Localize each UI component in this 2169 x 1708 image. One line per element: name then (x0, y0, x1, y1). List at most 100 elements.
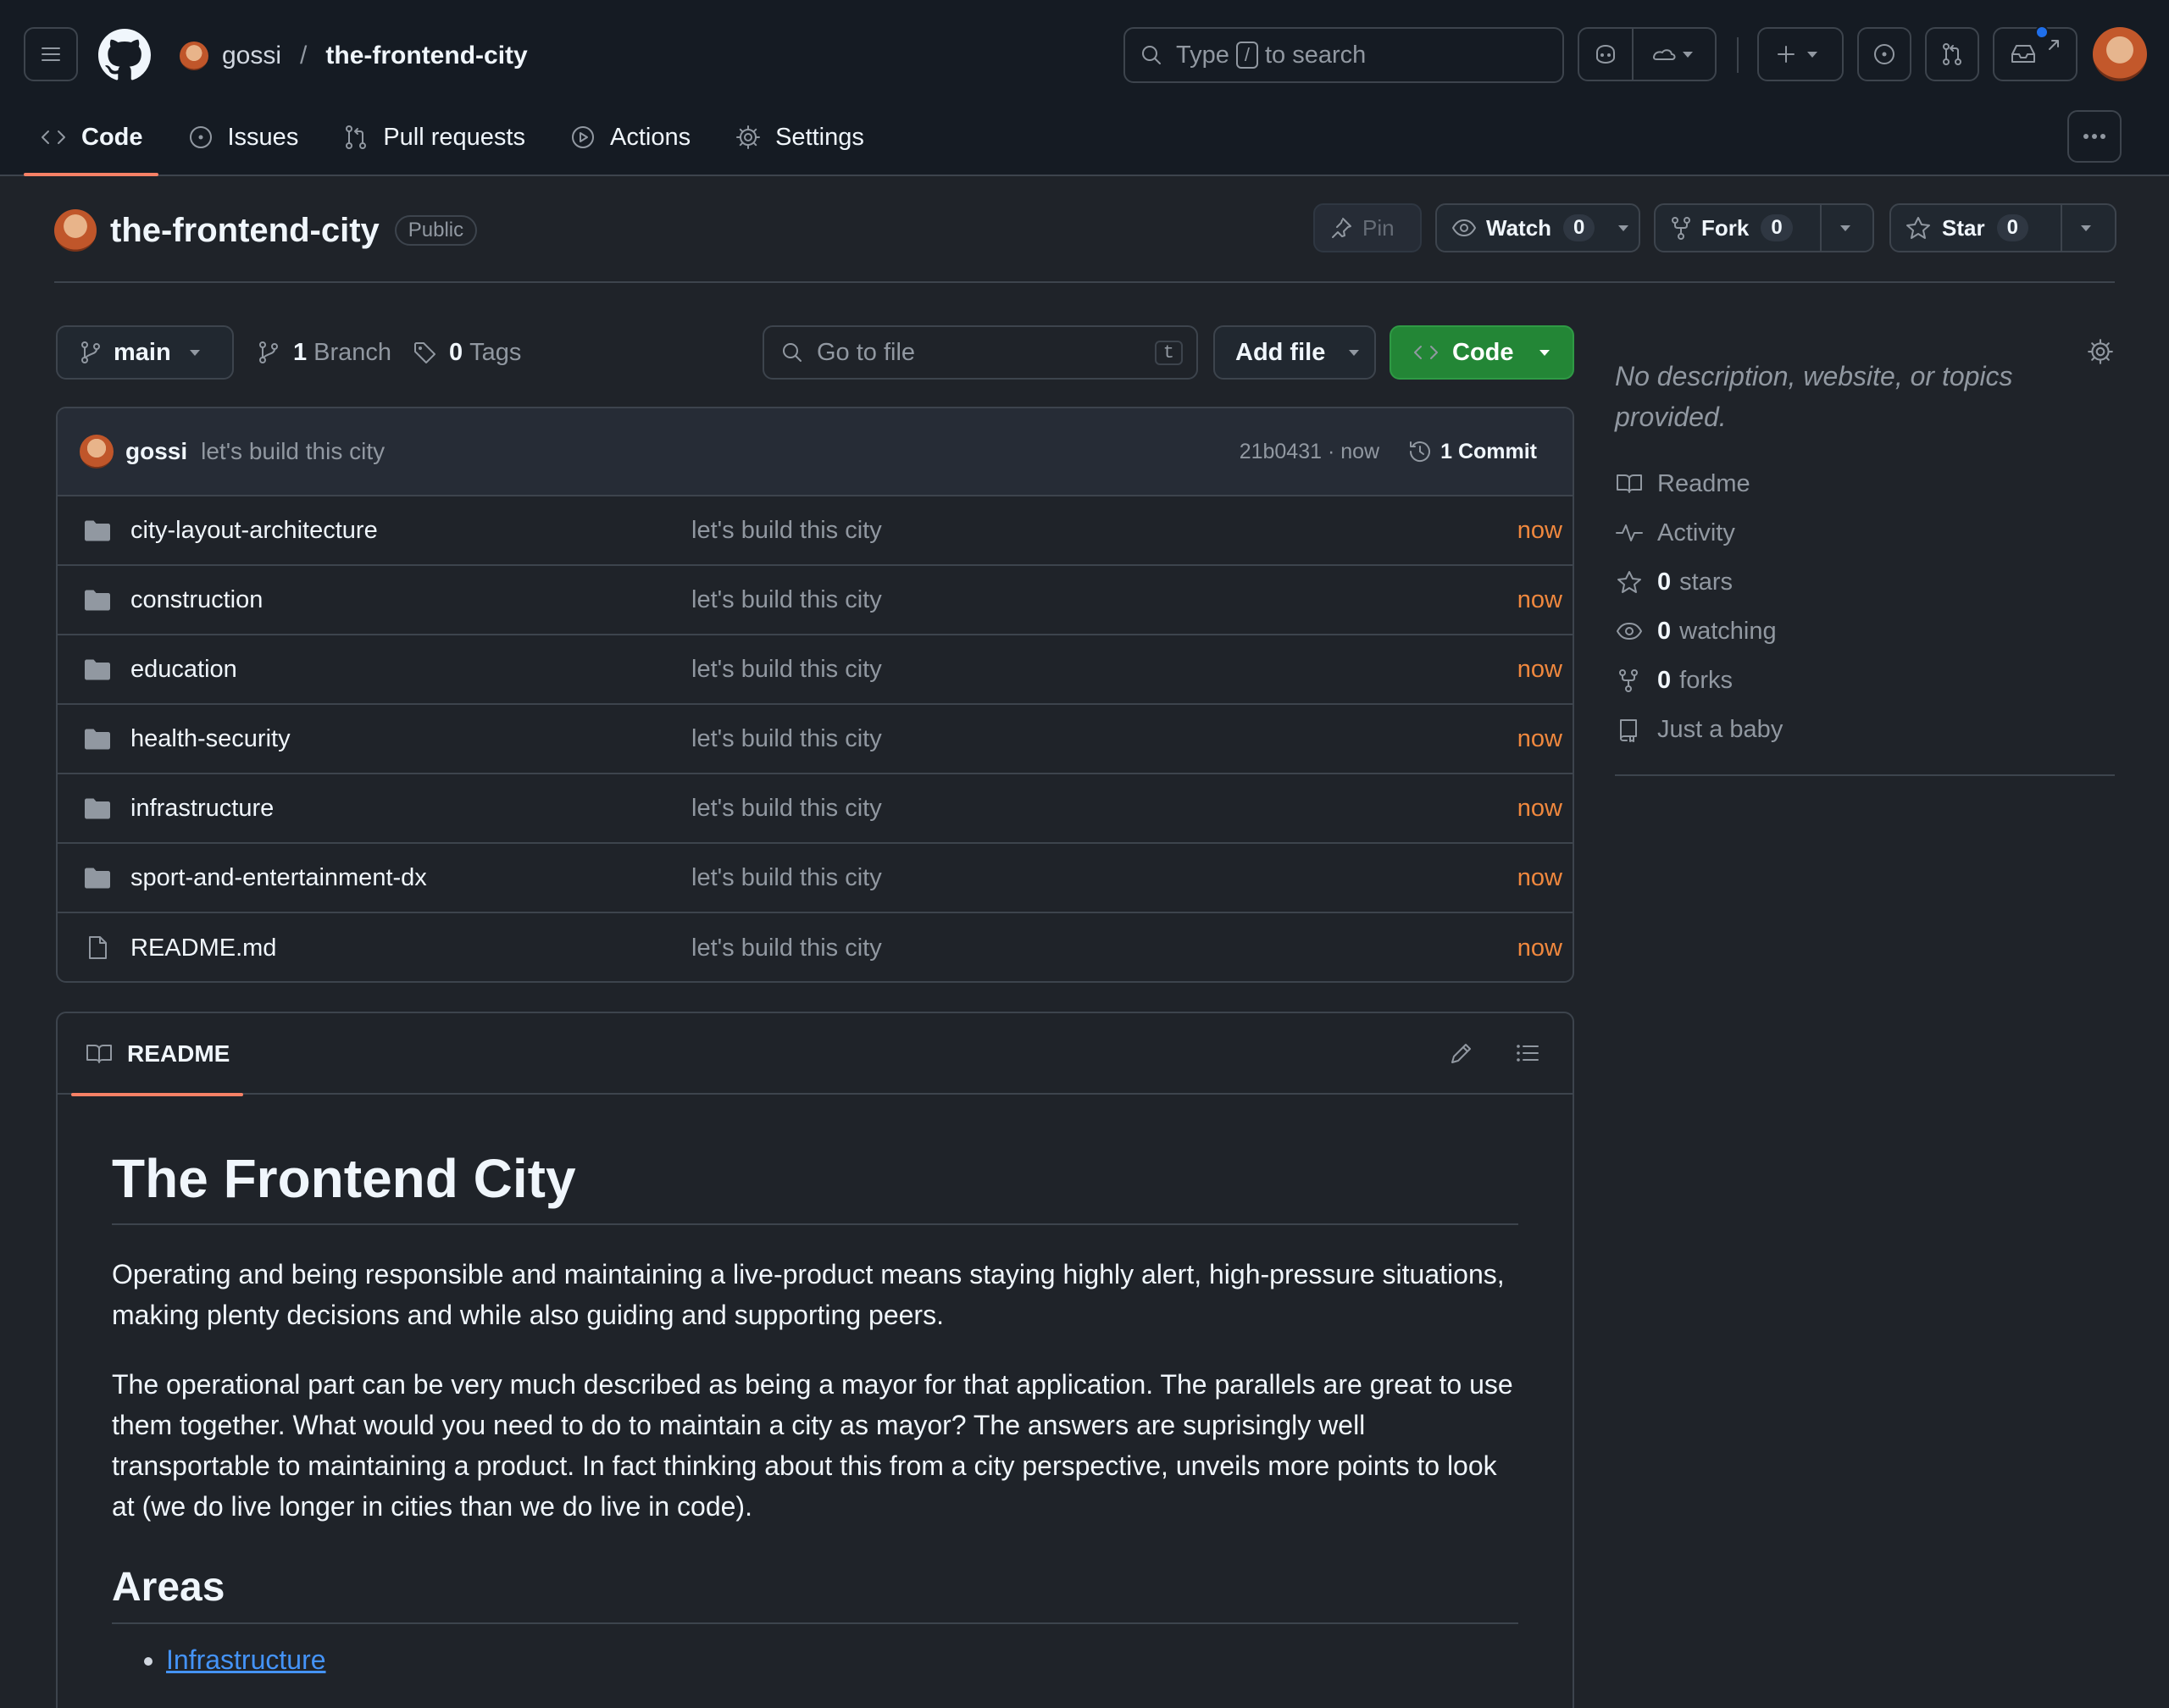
edit-readme-button[interactable] (1447, 1039, 1476, 1068)
owner-avatar (180, 42, 208, 70)
tags-link[interactable]: 0 Tags (412, 325, 521, 380)
about-custom-property[interactable]: Just a baby (1615, 705, 2115, 754)
star-dropdown[interactable] (2061, 205, 2110, 251)
tab-pull-requests[interactable]: Pull requests (327, 110, 541, 164)
issue-opened-icon (189, 126, 212, 148)
file-table: gossi let's build this city 21b0431 · no… (56, 407, 1574, 983)
breadcrumb-owner[interactable]: gossi (222, 42, 281, 70)
branch-selector[interactable]: main (56, 325, 234, 380)
file-name[interactable]: infrastructure (130, 795, 274, 823)
go-to-file-input[interactable]: Go to file t (763, 325, 1198, 380)
table-row[interactable]: infrastructure let's build this city now (58, 774, 1573, 844)
copilot-icon (1596, 45, 1615, 64)
tab-actions[interactable]: Actions (554, 110, 706, 164)
inbox-icon (2011, 40, 2059, 63)
menu-button[interactable] (24, 27, 78, 81)
repo-title: the-frontend-city Public (54, 207, 478, 254)
latest-commit-row: gossi let's build this city 21b0431 · no… (58, 408, 1573, 496)
folder-icon-wrap (83, 657, 112, 682)
about-readme-link[interactable]: Readme (1615, 459, 2115, 508)
breadcrumb-separator: / (300, 42, 308, 69)
table-row[interactable]: sport-and-entertainment-dx let's build th… (58, 844, 1573, 913)
file-commit-message[interactable]: let's build this city (691, 725, 882, 753)
file-commit-message[interactable]: let's build this city (691, 586, 882, 614)
search-input[interactable]: Type / to search (1123, 27, 1564, 83)
file-commit-message[interactable]: let's build this city (691, 795, 882, 823)
area-link-infrastructure[interactable]: Infrastructure (166, 1644, 326, 1675)
watch-dropdown[interactable] (1608, 205, 1639, 251)
copilot-button[interactable] (1578, 27, 1634, 81)
fork-button[interactable]: Fork 0 (1654, 203, 1874, 252)
git-pull-request-icon (1943, 43, 1961, 65)
readme-tab[interactable]: README (71, 1013, 244, 1096)
table-row[interactable]: README.md let's build this city now (58, 913, 1573, 981)
folder-icon-wrap (83, 587, 112, 613)
watch-count: 0 (1563, 214, 1595, 241)
star-button[interactable]: Star 0 (1889, 203, 2116, 252)
folder-icon-wrap (83, 518, 112, 543)
code-icon (1414, 346, 1438, 359)
file-name[interactable]: README.md (130, 934, 276, 962)
commit-message[interactable]: let's build this city (201, 438, 385, 465)
file-commit-message[interactable]: let's build this city (691, 517, 882, 545)
table-row[interactable]: city-layout-architecture let's build this… (58, 496, 1573, 566)
about-activity-link[interactable]: Activity (1615, 508, 2115, 557)
about-watching-link[interactable]: 0 watching (1615, 607, 2115, 656)
branch-label: Branch (313, 338, 392, 366)
watch-button[interactable]: Watch 0 (1435, 203, 1640, 252)
add-file-label: Add file (1235, 338, 1326, 366)
commit-hash-time[interactable]: 21b0431 · now (1240, 440, 1379, 464)
about-divider (1615, 774, 2115, 776)
commit-author[interactable]: gossi (125, 438, 187, 465)
folder-icon-wrap (83, 865, 112, 890)
triangle-down-icon (1618, 225, 1629, 231)
tab-settings[interactable]: Settings (719, 110, 879, 164)
file-icon-wrap (83, 935, 112, 961)
fork-label: Fork (1701, 214, 1750, 241)
table-row[interactable]: construction let's build this city now (58, 566, 1573, 635)
copilot-dropdown-button[interactable] (1632, 27, 1717, 81)
file-directory-icon (85, 798, 110, 819)
go-to-file-placeholder: Go to file (817, 338, 916, 366)
tab-code[interactable]: Code (24, 110, 158, 176)
file-name[interactable]: health-security (130, 725, 291, 753)
about-forks-link[interactable]: 0 forks (1615, 656, 2115, 705)
file-name[interactable]: construction (130, 586, 263, 614)
pulse-icon (1616, 524, 1643, 541)
branches-link[interactable]: 1 Branch (256, 325, 391, 380)
about-activity-label: Activity (1657, 518, 1735, 546)
more-tabs-button[interactable] (2067, 110, 2122, 163)
add-file-button[interactable]: Add file (1213, 325, 1376, 380)
table-row[interactable]: education let's build this city now (58, 635, 1573, 705)
create-new-button[interactable] (1757, 27, 1844, 81)
commit-count[interactable]: 1 Commit (1440, 440, 1537, 464)
github-logo[interactable] (98, 29, 151, 81)
file-name[interactable]: sport-and-entertainment-dx (130, 864, 427, 892)
tab-actions-label: Actions (609, 123, 691, 151)
file-commit-message[interactable]: let's build this city (691, 934, 882, 962)
breadcrumb: gossi / the-frontend-city (180, 34, 528, 78)
table-row[interactable]: health-security let's build this city now (58, 705, 1573, 774)
repo-owner-avatar[interactable] (54, 209, 97, 252)
file-name[interactable]: city-layout-architecture (130, 517, 378, 545)
commit-meta: 21b0431 · now 1 Commit (1240, 438, 1537, 465)
user-avatar[interactable] (2093, 27, 2147, 81)
file-commit-message[interactable]: let's build this city (691, 656, 882, 684)
pull-requests-button[interactable] (1925, 27, 1979, 81)
about-stars-link[interactable]: 0 stars (1615, 557, 2115, 607)
file-commit-message[interactable]: let's build this city (691, 864, 882, 892)
file-name[interactable]: education (130, 656, 237, 684)
breadcrumb-repo[interactable]: the-frontend-city (325, 42, 527, 70)
code-button[interactable]: Code (1390, 325, 1574, 380)
fork-dropdown[interactable] (1820, 205, 1869, 251)
file-commit-time: now (1517, 934, 1562, 962)
file-commit-time: now (1517, 863, 1562, 891)
repo-name[interactable]: the-frontend-city (110, 212, 380, 250)
outline-button[interactable] (1513, 1039, 1542, 1068)
readme-areas-heading: Areas (112, 1564, 1518, 1625)
commit-author-avatar[interactable] (80, 435, 114, 469)
tab-issues[interactable]: Issues (172, 110, 314, 164)
issues-button[interactable] (1857, 27, 1911, 81)
triangle-down-icon (189, 350, 200, 356)
pin-button[interactable]: Pin (1313, 203, 1422, 252)
